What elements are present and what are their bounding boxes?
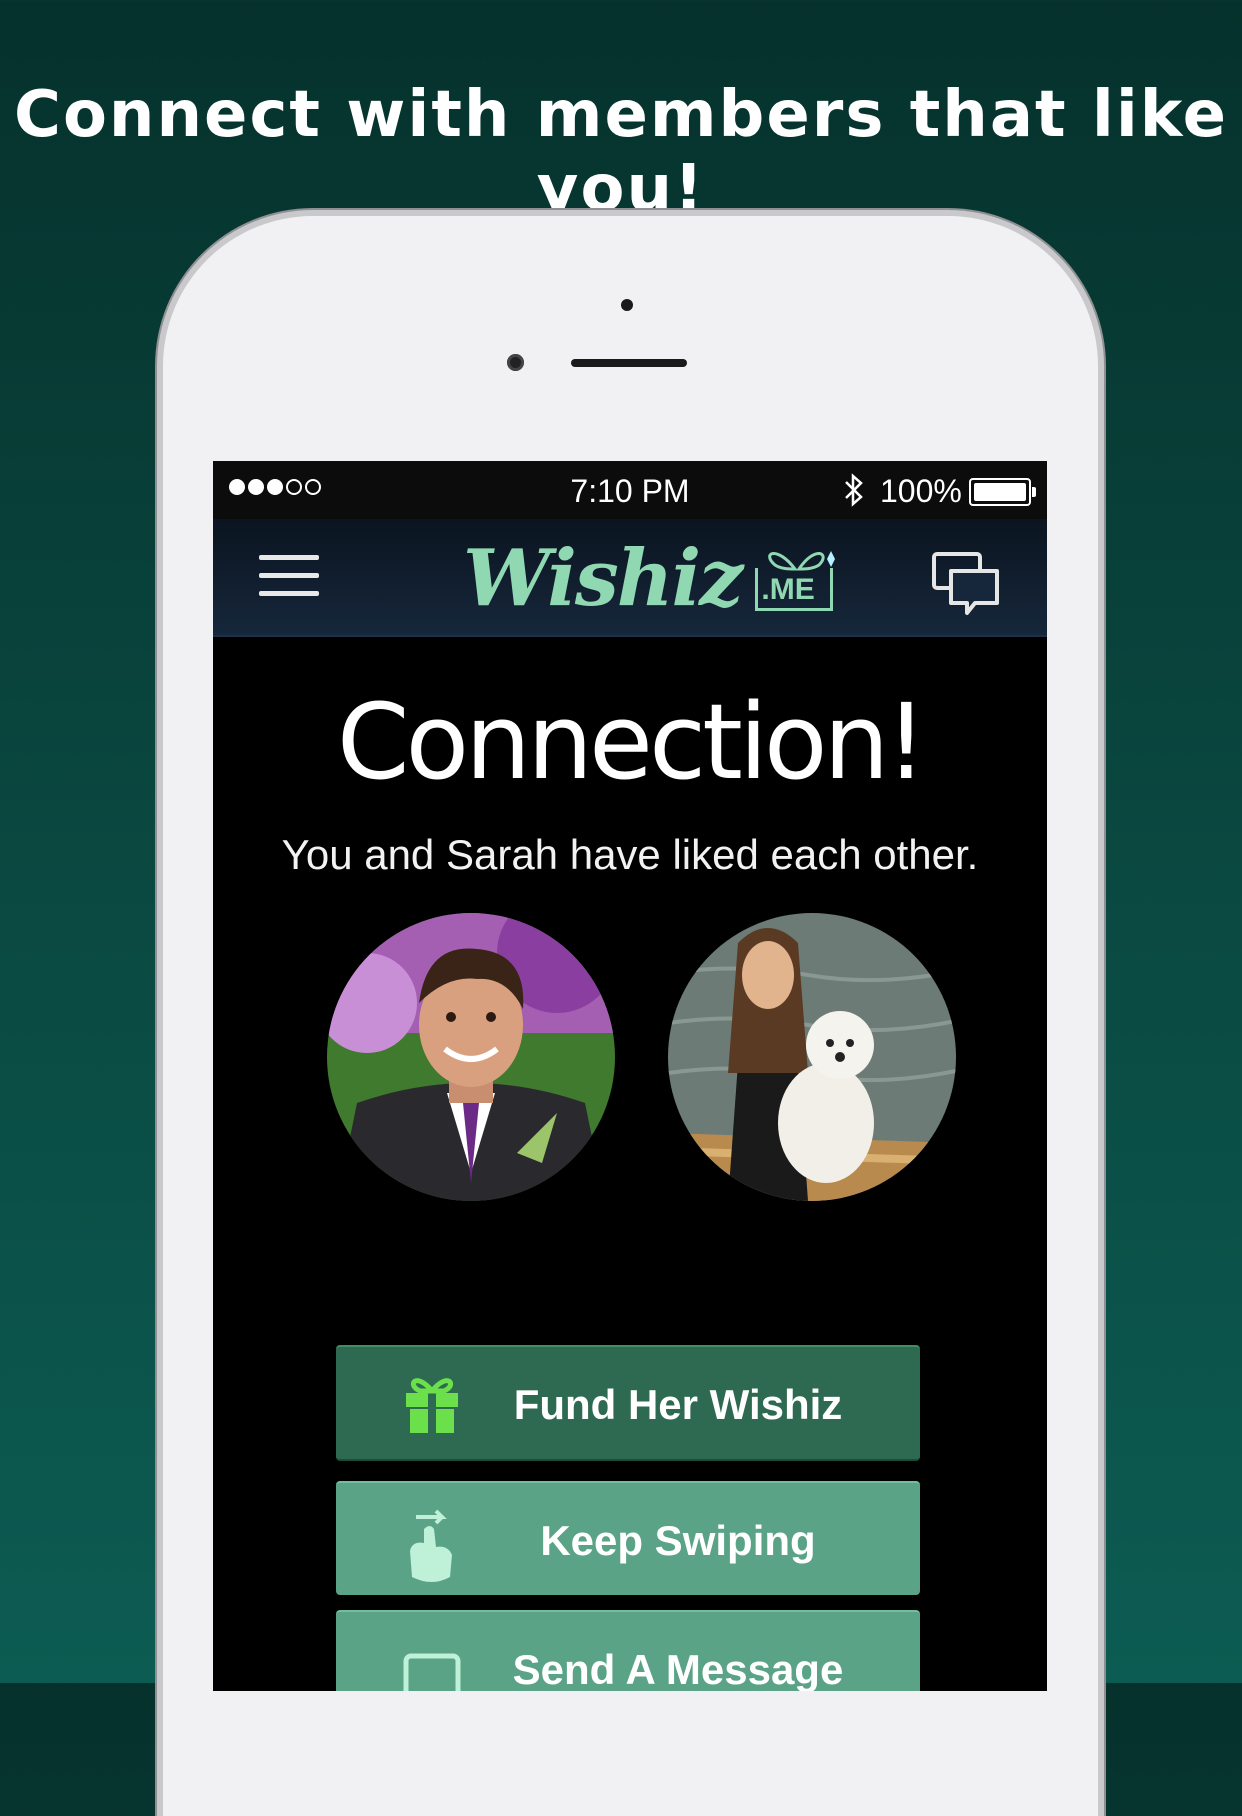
match-profile-avatar[interactable] (668, 913, 956, 1201)
fund-her-wishiz-button[interactable]: Fund Her Wishiz (336, 1345, 920, 1461)
hamburger-menu-icon[interactable] (259, 555, 319, 599)
fund-button-label: Fund Her Wishiz (513, 1381, 843, 1428)
wishiz-logo: Wishiz .ME (463, 525, 836, 629)
bluetooth-icon (843, 473, 865, 515)
my-profile-avatar[interactable] (327, 913, 615, 1201)
logo-text: Wishiz (463, 533, 743, 624)
chat-bubbles-icon[interactable] (931, 551, 1001, 617)
earpiece-speaker (571, 359, 687, 367)
logo-gift-badge: .ME (751, 541, 836, 611)
logo-suffix: .ME (761, 573, 815, 606)
send-message-button[interactable]: Send A Message (336, 1610, 920, 1691)
swipe-button-label: Keep Swiping (540, 1517, 816, 1564)
proximity-sensor (621, 299, 633, 311)
connection-subtitle: You and Sarah have liked each other. (281, 831, 979, 878)
marketing-headline: Connect with members that like you! (13, 78, 1229, 226)
battery-percentage: 100% (880, 473, 962, 509)
message-button-label: Send A Message (512, 1646, 844, 1691)
battery-icon (969, 478, 1036, 506)
app-screen: 7:10 PM 100% Wishiz .ME Connection! You … (213, 461, 1047, 1691)
connection-title: Connection! (336, 681, 927, 803)
status-bar: 7:10 PM 100% (213, 461, 1047, 519)
app-navbar: Wishiz .ME (213, 519, 1047, 637)
front-camera (507, 354, 524, 371)
keep-swiping-button[interactable]: Keep Swiping (336, 1481, 920, 1595)
